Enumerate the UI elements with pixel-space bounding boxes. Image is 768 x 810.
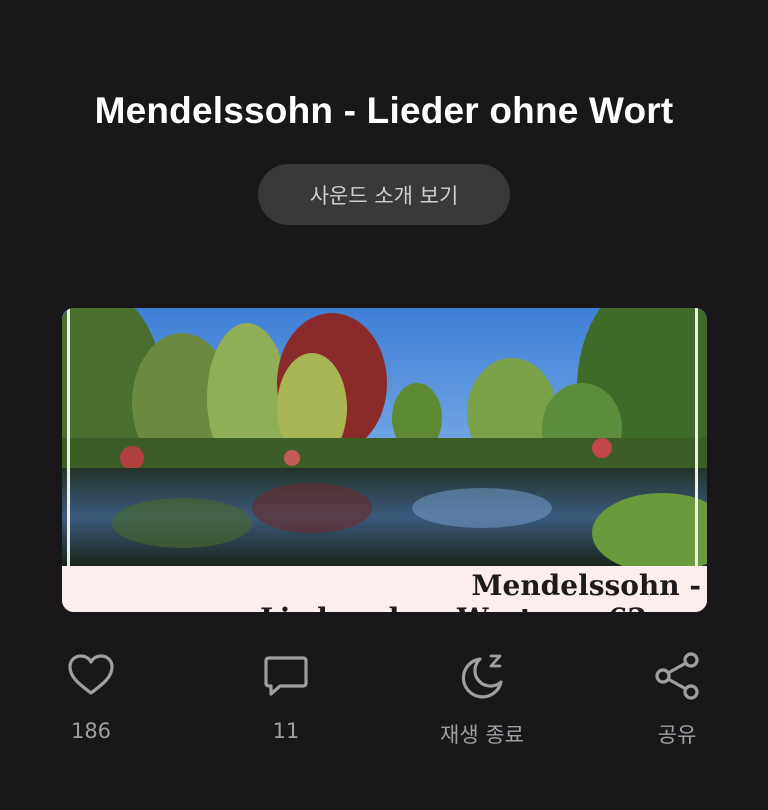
cover-card: Mendelssohn - Lieder ohne Worte op.62 no… (62, 308, 707, 612)
comment-count: 11 (272, 719, 300, 743)
comment-icon (264, 656, 308, 696)
comment-button[interactable]: 11 (226, 650, 346, 750)
page-title: Mendelssohn - Lieder ohne Wort (94, 90, 674, 131)
action-bar: 186 11 재생 종료 공유 (0, 650, 768, 760)
share-icon (655, 652, 699, 700)
share-button[interactable]: 공유 (617, 650, 737, 750)
card-caption: Mendelssohn - Lieder ohne Worte op.62 no… (62, 566, 707, 612)
caption-title-line1: Mendelssohn - (471, 569, 701, 602)
sleep-timer-button[interactable]: 재생 종료 (422, 650, 542, 750)
like-button[interactable]: 186 (31, 650, 151, 750)
garden-pond-image (62, 308, 707, 566)
sleep-timer-label: 재생 종료 (440, 723, 524, 747)
caption-title-line2: Lieder ohne Worte op.62 no.6 (260, 602, 707, 612)
sound-intro-button[interactable]: 사운드 소개 보기 (258, 164, 510, 225)
share-label: 공유 (657, 723, 697, 747)
like-count: 186 (70, 719, 112, 743)
heart-icon (68, 654, 114, 695)
moon-sleep-icon (461, 654, 503, 699)
